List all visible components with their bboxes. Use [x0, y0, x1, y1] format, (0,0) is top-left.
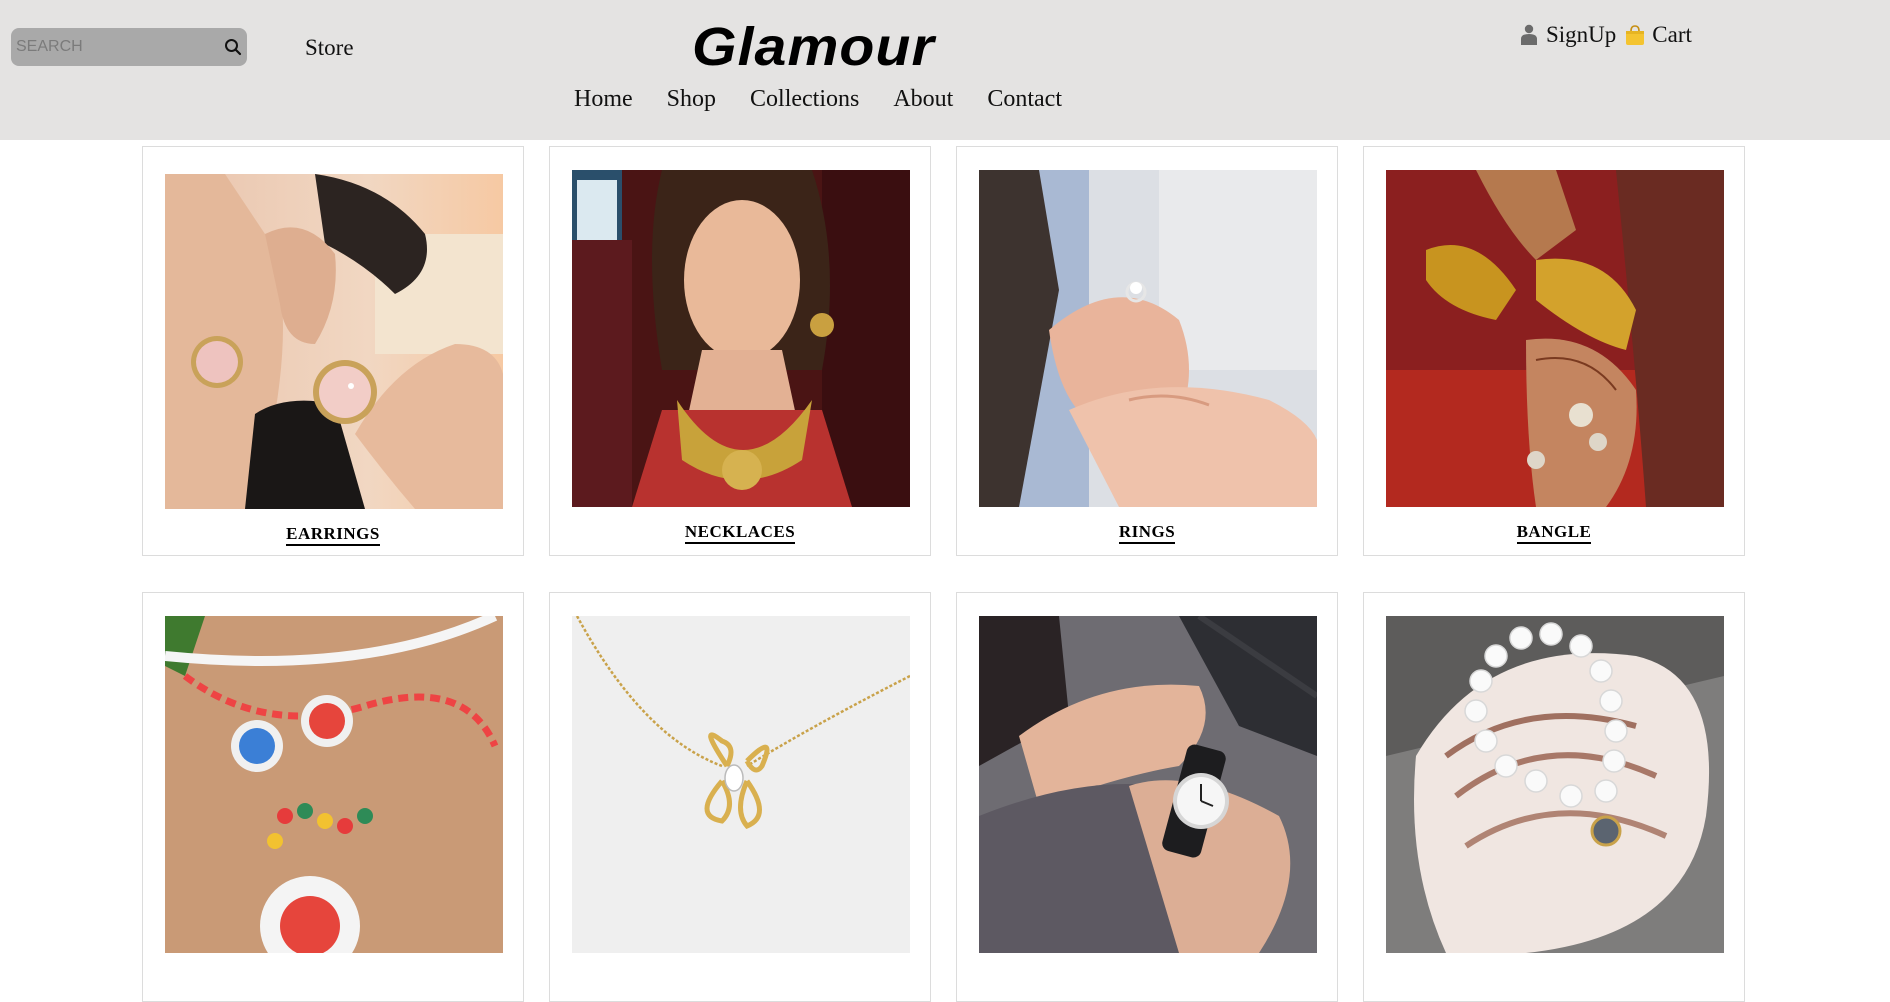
site-header: Store Glamour Home Shop Collections Abou… [0, 0, 1890, 140]
category-label: BANGLE [1364, 522, 1744, 544]
rings-image[interactable] [979, 170, 1317, 507]
nav-collections[interactable]: Collections [750, 86, 859, 113]
category-label: RINGS [957, 522, 1337, 544]
signup-link[interactable]: SignUp [1520, 22, 1616, 48]
category-label: NECKLACES [550, 522, 930, 544]
account-links: SignUp Cart [1520, 22, 1692, 48]
category-card-rings[interactable]: RINGS [956, 146, 1338, 556]
nav-home[interactable]: Home [574, 86, 633, 113]
category-card-bangle[interactable]: BANGLE [1363, 146, 1745, 556]
cart-label: Cart [1652, 22, 1692, 47]
category-link-bangle[interactable]: BANGLE [1516, 522, 1592, 544]
category-card-earrings[interactable]: EARRINGS [142, 146, 524, 556]
bangle-image[interactable] [1386, 170, 1724, 507]
user-icon [1520, 24, 1538, 46]
nav-contact[interactable]: Contact [987, 86, 1062, 113]
shopping-bag-icon [1624, 24, 1646, 46]
category-label: EARRINGS [143, 524, 523, 546]
nav-about[interactable]: About [893, 86, 953, 113]
necklaces-image[interactable] [572, 170, 910, 507]
search-input[interactable] [11, 29, 212, 65]
category-link-rings[interactable]: RINGS [1118, 522, 1176, 544]
main-nav: Home Shop Collections About Contact [574, 86, 1062, 113]
earrings-image[interactable] [165, 174, 503, 509]
category-link-necklaces[interactable]: NECKLACES [684, 522, 796, 544]
product-card-handmade-set[interactable] [142, 592, 524, 1002]
category-card-necklaces[interactable]: NECKLACES [549, 146, 931, 556]
pearl-bracelet-image[interactable] [1386, 616, 1724, 953]
cart-link[interactable]: Cart [1624, 22, 1692, 48]
product-card-watch[interactable] [956, 592, 1338, 1002]
product-card-pendant[interactable] [549, 592, 931, 1002]
product-card-pearl-bracelet[interactable] [1363, 592, 1745, 1002]
watch-image[interactable] [979, 616, 1317, 953]
signup-label: SignUp [1546, 22, 1617, 47]
pendant-image[interactable] [572, 616, 910, 953]
store-link[interactable]: Store [305, 35, 354, 61]
category-link-earrings[interactable]: EARRINGS [286, 524, 380, 546]
site-logo[interactable]: Glamour [692, 20, 935, 74]
search-icon[interactable] [221, 35, 245, 59]
handmade-jewelry-image[interactable] [165, 616, 503, 953]
search-bar [11, 28, 247, 66]
nav-shop[interactable]: Shop [667, 86, 716, 113]
